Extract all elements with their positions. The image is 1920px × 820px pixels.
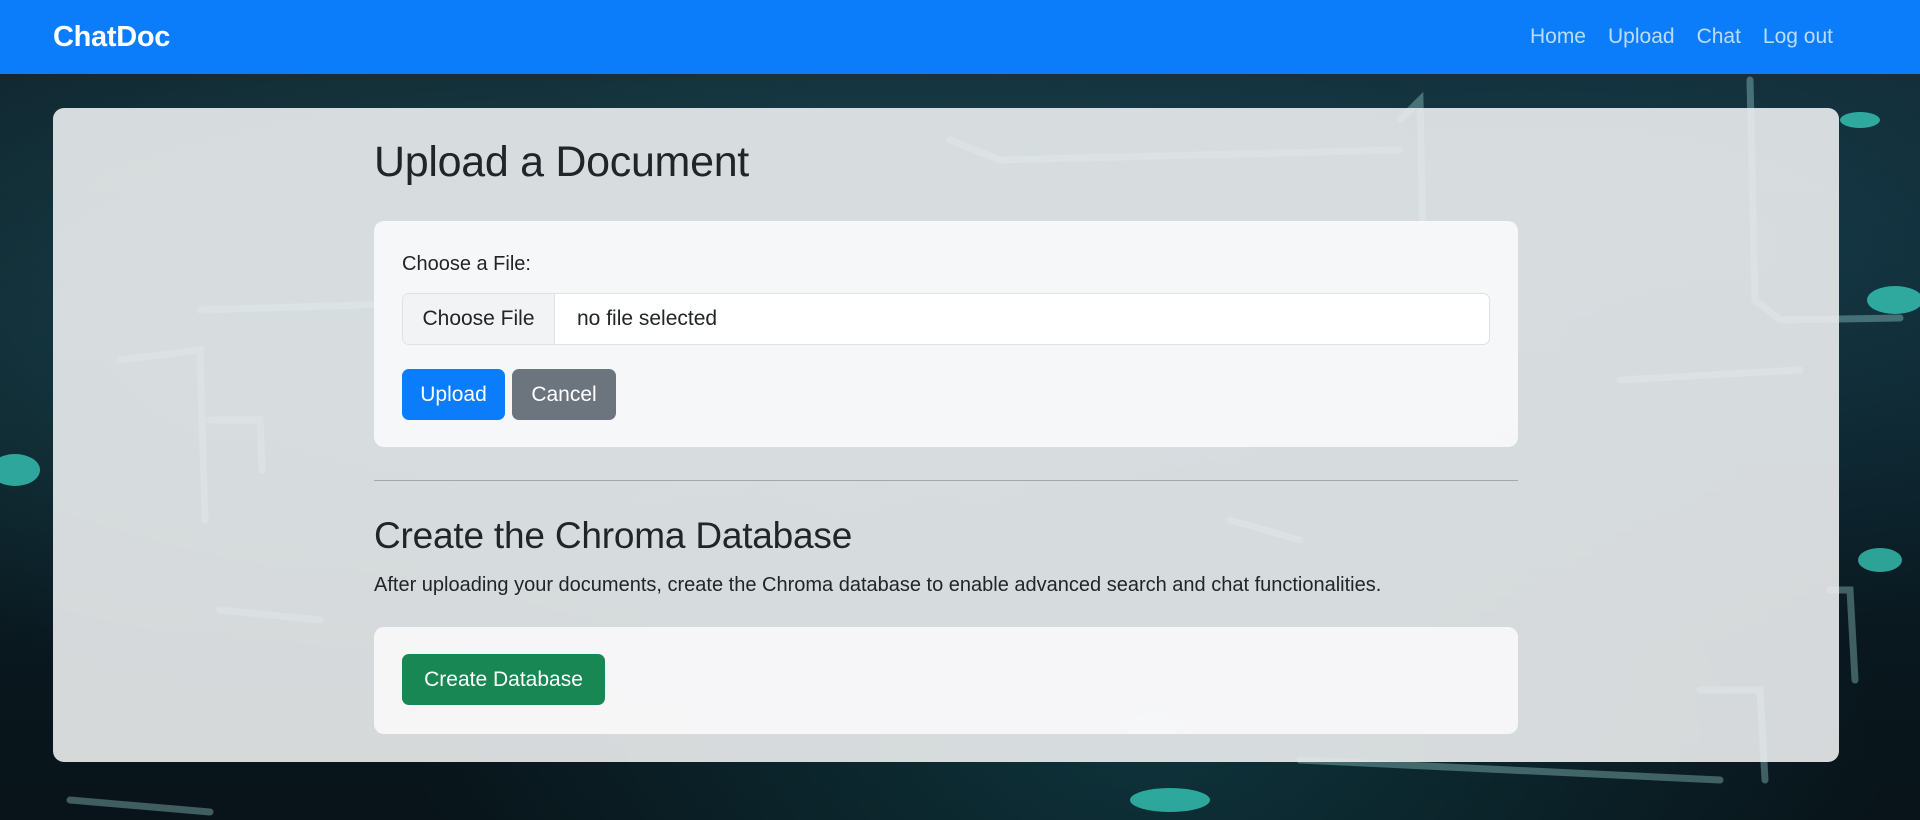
nav-links: Home Upload Chat Log out <box>1530 25 1833 49</box>
file-status-text: no file selected <box>577 307 718 330</box>
upload-title: Upload a Document <box>374 138 749 186</box>
file-input[interactable]: Choose File no file selected <box>402 293 1490 345</box>
choose-file-button[interactable]: Choose File <box>403 294 555 344</box>
upload-button[interactable]: Upload <box>402 369 505 420</box>
create-database-button[interactable]: Create Database <box>402 654 605 705</box>
nav-link-logout[interactable]: Log out <box>1763 25 1833 49</box>
database-title: Create the Chroma Database <box>374 515 853 556</box>
section-divider <box>374 480 1518 481</box>
database-card: Create Database <box>374 627 1518 734</box>
file-label: Choose a File: <box>402 253 531 275</box>
cancel-button[interactable]: Cancel <box>512 369 616 420</box>
main-panel: Upload a Document Choose a File: Choose … <box>53 108 1839 762</box>
database-description: After uploading your documents, create t… <box>374 574 1382 596</box>
nav-link-home[interactable]: Home <box>1530 25 1586 49</box>
nav-link-chat[interactable]: Chat <box>1697 25 1741 49</box>
brand-logo[interactable]: ChatDoc <box>53 21 170 54</box>
upload-card: Choose a File: Choose File no file selec… <box>374 221 1518 447</box>
nav-link-upload[interactable]: Upload <box>1608 25 1675 49</box>
navbar: ChatDoc Home Upload Chat Log out <box>0 0 1920 74</box>
